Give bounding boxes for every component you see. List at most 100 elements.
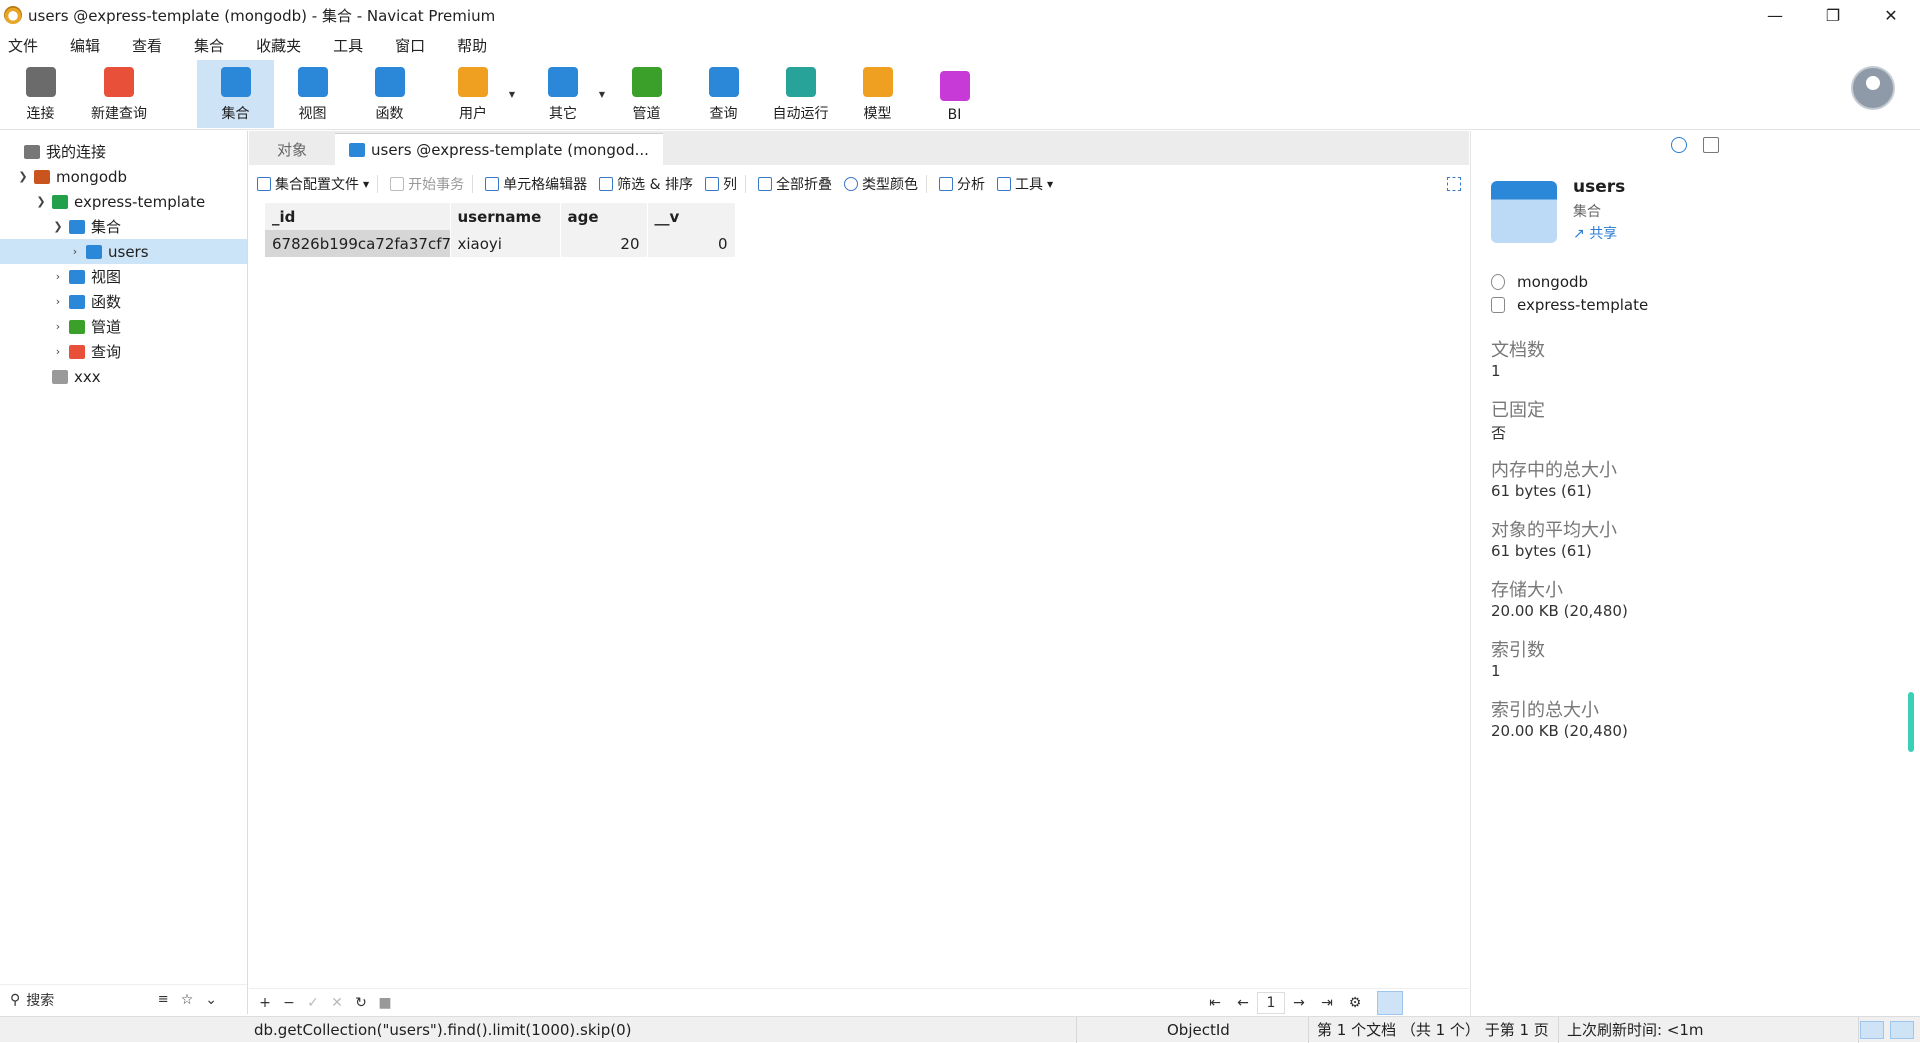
menu-file[interactable]: 文件	[8, 35, 38, 56]
toolbar-model-button[interactable]: 模型	[839, 60, 916, 128]
cell-v[interactable]: 0	[647, 230, 736, 257]
first-page-icon[interactable]: ⇤	[1201, 995, 1229, 1011]
menu-tools[interactable]: 工具	[333, 35, 363, 56]
user-avatar[interactable]	[1851, 66, 1895, 110]
tree-my-connections[interactable]: 我的连接	[0, 139, 247, 164]
chevron-right-icon[interactable]: ›	[68, 245, 82, 258]
last-page-icon[interactable]: ⇥	[1313, 995, 1341, 1011]
tree-database-express-template[interactable]: ❯ express-template	[0, 189, 247, 214]
ddl-icon[interactable]	[1703, 137, 1719, 153]
tree-database-xxx[interactable]: xxx	[0, 364, 247, 389]
toolbar-bi-button[interactable]: BI	[916, 60, 993, 128]
apply-icon[interactable]: ✓	[301, 995, 325, 1011]
collection-icon	[349, 142, 365, 157]
filter-icon[interactable]: ≡	[158, 992, 169, 1007]
collapse-icon[interactable]: ⌄	[205, 992, 217, 1008]
column-header-age[interactable]: age	[560, 203, 648, 230]
toolbox-icon	[996, 177, 1011, 191]
toolbar-query-button[interactable]: 查询	[685, 60, 762, 128]
tree-group-pipelines[interactable]: › 管道	[0, 314, 247, 339]
tab-objects[interactable]: 对象	[249, 133, 335, 165]
collection-icon	[220, 67, 251, 97]
status-bar: db.getCollection("users").find().limit(1…	[0, 1016, 1920, 1043]
chevron-down-icon[interactable]: ❯	[51, 220, 65, 233]
collapse-all-button[interactable]: 全部折叠	[757, 174, 832, 194]
share-link[interactable]: ↗ 共享	[1573, 223, 1617, 243]
chevron-right-icon[interactable]: ›	[51, 295, 65, 308]
menu-view[interactable]: 查看	[132, 35, 162, 56]
cell-age[interactable]: 20	[560, 230, 648, 257]
star-icon[interactable]: ☆	[181, 992, 194, 1008]
begin-transaction-button[interactable]: 开始事务	[390, 174, 464, 194]
fullscreen-icon[interactable]	[1447, 177, 1461, 191]
column-header-id[interactable]: _id	[265, 203, 451, 230]
minimize-button[interactable]: —	[1746, 0, 1804, 30]
add-record-icon[interactable]: +	[253, 995, 277, 1011]
info-icon[interactable]	[1671, 137, 1687, 153]
menu-window[interactable]: 窗口	[395, 35, 425, 56]
toolbar-user-button[interactable]: 用户 ▼	[428, 60, 518, 128]
prev-page-icon[interactable]: ←	[1229, 995, 1257, 1011]
toolbar-collection-button[interactable]: 集合	[197, 60, 274, 128]
chevron-right-icon[interactable]: ›	[51, 320, 65, 333]
cell-id[interactable]: 67826b199ca72fa37cf77	[265, 230, 451, 257]
type-color-button[interactable]: 类型颜色	[843, 174, 918, 194]
column-header-username[interactable]: username	[450, 203, 561, 230]
toolbar-function-button[interactable]: 函数	[351, 60, 428, 128]
tree-group-collections[interactable]: ❯ 集合	[0, 214, 247, 239]
caret-down-icon: ▼	[363, 179, 370, 189]
analyze-button[interactable]: 分析	[938, 174, 985, 194]
close-button[interactable]: ✕	[1862, 0, 1920, 30]
menu-collection[interactable]: 集合	[194, 35, 224, 56]
database-icon	[52, 194, 68, 209]
toolbar-connect-button[interactable]: 连接	[2, 60, 79, 128]
restore-button[interactable]: ❐	[1804, 0, 1862, 30]
page-number-input[interactable]: 1	[1257, 992, 1285, 1014]
stop-icon[interactable]: ■	[373, 995, 397, 1011]
table-row[interactable]: 67826b199ca72fa37cf77 xiaoyi 20 0	[265, 230, 736, 257]
chevron-down-icon[interactable]: ❯	[16, 170, 30, 183]
toolbar-automation-button[interactable]: 自动运行	[762, 60, 839, 128]
next-page-icon[interactable]: →	[1285, 995, 1313, 1011]
discard-icon[interactable]: ✕	[325, 995, 349, 1011]
tree-connection-mongodb[interactable]: ❯ mongodb	[0, 164, 247, 189]
delete-record-icon[interactable]: −	[277, 995, 301, 1011]
json-view-icon[interactable]	[1433, 991, 1459, 1015]
edit-icon	[485, 177, 500, 191]
chevron-right-icon[interactable]: ›	[51, 345, 65, 358]
cell-username[interactable]: xiaoyi	[450, 230, 561, 257]
toggle-right-pane-icon[interactable]	[1890, 1020, 1914, 1039]
menu-help[interactable]: 帮助	[457, 35, 487, 56]
collection-profile-button[interactable]: 集合配置文件 ▼	[257, 174, 369, 194]
toolbar-new-query-button[interactable]: 新建查询	[79, 60, 159, 128]
cell-editor-button[interactable]: 单元格编辑器	[485, 174, 587, 194]
tree-group-views[interactable]: › 视图	[0, 264, 247, 289]
refresh-icon[interactable]: ↻	[349, 995, 373, 1011]
toolbar-pipeline-button[interactable]: 管道	[608, 60, 685, 128]
tree-group-queries[interactable]: › 查询	[0, 339, 247, 364]
pipeline-icon	[631, 67, 662, 97]
menu-favorites[interactable]: 收藏夹	[256, 35, 301, 56]
toolbar-view-button[interactable]: 视图	[274, 60, 351, 128]
toolbar-other-button[interactable]: 其它 ▼	[518, 60, 608, 128]
chevron-down-icon[interactable]: ❯	[34, 195, 48, 208]
tree-item-users[interactable]: › users	[0, 239, 247, 264]
menu-edit[interactable]: 编辑	[70, 35, 100, 56]
settings-gear-icon[interactable]: ⚙	[1341, 995, 1369, 1011]
database-icon	[1491, 297, 1505, 313]
filter-sort-button[interactable]: 筛选 & 排序	[599, 174, 693, 194]
search-input[interactable]: 搜索	[26, 990, 54, 1010]
tree-view-icon[interactable]	[1405, 991, 1431, 1015]
chevron-right-icon[interactable]: ›	[51, 270, 65, 283]
pipeline-icon	[69, 319, 85, 334]
columns-button[interactable]: 列	[704, 174, 737, 194]
toggle-left-pane-icon[interactable]	[1860, 1020, 1884, 1039]
tree-group-functions[interactable]: › 函数	[0, 289, 247, 314]
grid-view-icon[interactable]	[1377, 991, 1403, 1015]
scroll-indicator[interactable]	[1908, 692, 1914, 752]
tools-button[interactable]: 工具 ▼	[996, 174, 1053, 194]
column-header-v[interactable]: __v	[647, 203, 736, 230]
function-icon	[374, 67, 405, 97]
object-type: 集合	[1573, 204, 1601, 220]
tab-users-collection[interactable]: users @express-template (mongod...	[335, 133, 663, 165]
